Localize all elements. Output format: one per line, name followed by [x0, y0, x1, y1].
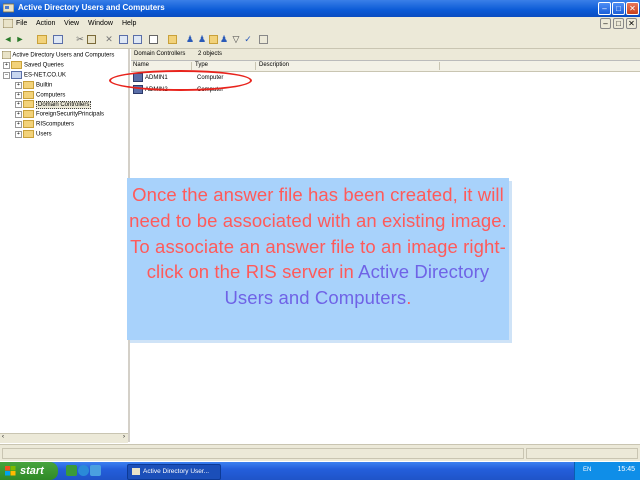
menu-bar: File Action View Window Help – □ ✕	[0, 17, 640, 30]
callout-text: Once the answer file has been created, i…	[129, 184, 507, 309]
doc-minimize-button[interactable]: –	[600, 18, 611, 29]
refresh-icon[interactable]	[133, 35, 142, 44]
delegate-icon[interactable]	[259, 35, 268, 44]
status-bar	[0, 444, 640, 461]
expand-icon[interactable]: +	[15, 120, 22, 128]
expand-icon[interactable]: +	[15, 110, 22, 118]
expand-icon[interactable]: +	[15, 100, 22, 108]
folder-icon	[23, 110, 34, 118]
container-name: Domain Controllers	[134, 51, 186, 57]
status-cell	[2, 448, 524, 459]
folder-icon	[23, 91, 34, 99]
tree-item-domain-controllers[interactable]: + Domain Controllers	[15, 100, 92, 109]
folder-icon	[23, 120, 34, 128]
close-button[interactable]: ✕	[626, 2, 639, 15]
system-tray: EN 15:45	[574, 462, 640, 480]
minimize-button[interactable]: –	[598, 2, 611, 15]
tree-item-computers[interactable]: + Computers	[15, 91, 65, 100]
clock[interactable]: 15:45	[617, 466, 635, 473]
tutorial-callout: Once the answer file has been created, i…	[127, 178, 509, 340]
internet-explorer-icon[interactable]	[78, 465, 89, 476]
doc-restore-button[interactable]: □	[613, 18, 624, 29]
filter-icon[interactable]: ▽	[231, 34, 241, 44]
title-bar: Active Directory Users and Computers – □…	[0, 0, 640, 17]
new-group-icon[interactable]: ♟	[197, 34, 207, 44]
collapse-icon[interactable]: –	[3, 71, 10, 79]
scroll-left-icon[interactable]: ‹	[2, 434, 4, 440]
folder-icon	[23, 100, 34, 108]
add-to-group-icon[interactable]: ♟	[219, 34, 229, 44]
tree-item-builtin[interactable]: + Builtin	[15, 81, 52, 90]
delete-icon[interactable]: ✕	[104, 34, 114, 44]
language-indicator[interactable]: EN	[583, 467, 591, 473]
taskbar-task-active-directory[interactable]: Active Directory User...	[127, 464, 221, 480]
menu-view[interactable]: View	[64, 20, 79, 27]
mmc-task-icon	[132, 467, 140, 475]
toolbar: ◄ ► ✂ ✕ ♟ ♟ ♟ ▽ ✓	[0, 30, 640, 49]
windows-logo-icon	[5, 466, 16, 476]
console-tree: Active Directory Users and Computers + Sa…	[0, 49, 130, 442]
column-type[interactable]: Type	[193, 62, 256, 70]
find-icon[interactable]: ✓	[243, 34, 253, 44]
menu-file[interactable]: File	[16, 20, 27, 27]
back-icon[interactable]: ◄	[3, 34, 13, 44]
folder-icon	[23, 81, 34, 89]
folder-icon	[11, 61, 22, 69]
forward-icon[interactable]: ►	[15, 34, 25, 44]
mmc-icon[interactable]	[3, 19, 13, 28]
window-title: Active Directory Users and Computers	[18, 3, 165, 12]
new-ou-icon[interactable]	[209, 35, 218, 44]
details-header: Domain Controllers 2 objects	[131, 49, 640, 61]
menu-window[interactable]: Window	[88, 20, 113, 27]
app-icon	[3, 3, 14, 13]
column-description[interactable]: Description	[257, 62, 440, 70]
domain-icon	[11, 71, 22, 79]
object-count: 2 objects	[198, 51, 223, 57]
tree-item-riscomputers[interactable]: + RIScomputers	[15, 120, 74, 129]
folder-icon	[23, 130, 34, 138]
highlight-annotation	[109, 70, 252, 91]
tree-horizontal-scrollbar[interactable]: ‹ ›	[0, 433, 128, 443]
cut-icon[interactable]: ✂	[75, 34, 85, 44]
expand-icon[interactable]: +	[3, 61, 10, 69]
up-folder-icon[interactable]	[37, 35, 47, 44]
expand-icon[interactable]: +	[15, 81, 22, 89]
show-tree-icon[interactable]	[53, 35, 63, 44]
scroll-right-icon[interactable]: ›	[123, 434, 125, 440]
status-cell	[526, 448, 638, 459]
menu-action[interactable]: Action	[36, 20, 55, 27]
mmc-root-icon	[1, 50, 12, 60]
expand-icon[interactable]: +	[15, 130, 22, 138]
menu-help[interactable]: Help	[122, 20, 136, 27]
tree-item-foreign-security-principals[interactable]: + ForeignSecurityPrincipals	[15, 110, 104, 119]
tree-root[interactable]: Active Directory Users and Computers	[1, 50, 114, 60]
taskbar: start Active Directory User... EN 15:45	[0, 462, 640, 480]
properties-icon[interactable]	[119, 35, 128, 44]
doc-close-button[interactable]: ✕	[626, 18, 637, 29]
expand-icon[interactable]: +	[15, 91, 22, 99]
new-user-icon[interactable]: ♟	[185, 34, 195, 44]
export-list-icon[interactable]	[149, 35, 158, 44]
tree-item-domain[interactable]: – ES-NET.CO.UK	[3, 71, 66, 80]
tree-item-saved-queries[interactable]: + Saved Queries	[3, 61, 64, 70]
quick-launch-icon[interactable]	[90, 465, 101, 476]
tree-item-users[interactable]: + Users	[15, 130, 52, 139]
show-desktop-icon[interactable]	[66, 465, 77, 476]
maximize-button[interactable]: □	[612, 2, 625, 15]
copy-icon[interactable]	[87, 35, 96, 44]
start-button[interactable]: start	[0, 462, 58, 480]
help-icon[interactable]	[168, 35, 177, 44]
column-name[interactable]: Name	[131, 62, 192, 70]
